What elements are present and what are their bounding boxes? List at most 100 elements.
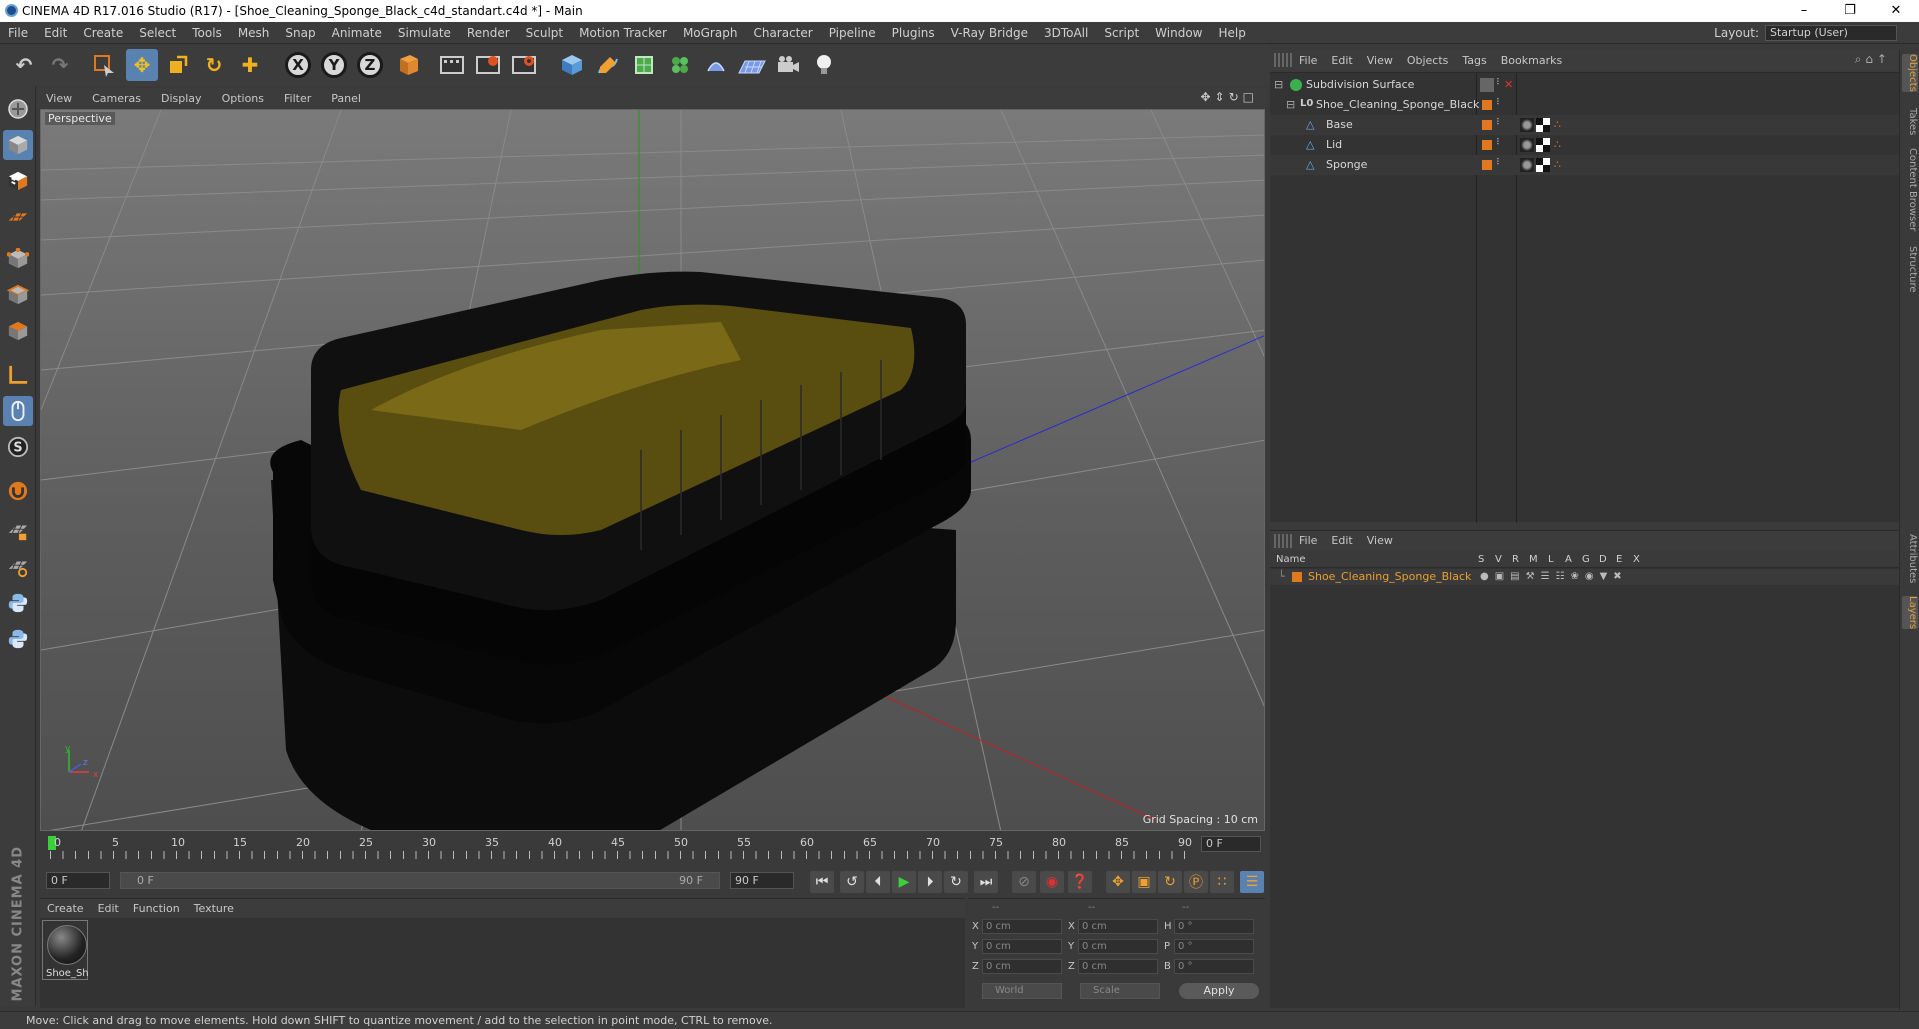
coordinate-system-icon[interactable] [392, 49, 424, 81]
menu-script[interactable]: Script [1096, 26, 1147, 40]
layer-col-solo[interactable]: S [1478, 554, 1484, 565]
layer-color-icon[interactable] [1292, 572, 1302, 582]
close-button[interactable]: ✕ [1873, 0, 1919, 22]
layers-menu-edit[interactable]: Edit [1324, 534, 1359, 547]
timeline-ruler[interactable]: 0 5 10 15 20 25 30 35 40 45 50 55 60 65 … [40, 834, 1265, 868]
menu-vray-bridge[interactable]: V-Ray Bridge [943, 26, 1036, 40]
cloner-icon[interactable] [664, 49, 696, 81]
menu-character[interactable]: Character [745, 26, 820, 40]
render-view-icon[interactable] [436, 49, 468, 81]
pos-y-field[interactable]: 0 cm [982, 939, 1062, 954]
end-frame-field[interactable]: 90 F [730, 872, 794, 889]
coordinate-system-dropdown[interactable]: World [982, 983, 1062, 999]
layer-col-name[interactable]: Name [1276, 554, 1306, 565]
menu-plugins[interactable]: Plugins [884, 26, 943, 40]
play-forward-icon[interactable]: ▶ [892, 871, 916, 893]
pen-spline-icon[interactable] [592, 49, 624, 81]
layer-col-xref[interactable]: X [1633, 554, 1640, 565]
next-key-icon[interactable]: ↻ [944, 871, 968, 893]
redo-icon[interactable]: ↷ [44, 49, 76, 81]
layer-col-view[interactable]: V [1495, 554, 1502, 565]
menu-motion-tracker[interactable]: Motion Tracker [571, 26, 675, 40]
objects-menu-objects[interactable]: Objects [1400, 54, 1456, 67]
light-object-icon[interactable] [808, 49, 840, 81]
model-mode-icon[interactable] [3, 130, 33, 160]
viewport-navigation-icons[interactable]: ✥⇕↻□ [1200, 90, 1258, 104]
menu-file[interactable]: File [0, 26, 36, 40]
menu-render[interactable]: Render [459, 26, 518, 40]
next-frame-icon[interactable]: ⏵ [918, 871, 942, 893]
polygons-mode-icon[interactable] [3, 316, 33, 346]
menu-select[interactable]: Select [131, 26, 184, 40]
object-row-subdivision-surface[interactable]: ⊟ Subdivision Surface ⠇ ✕ [1270, 75, 1899, 95]
solo-mode-icon[interactable]: S [3, 432, 33, 462]
previous-key-icon[interactable]: ↺ [840, 871, 864, 893]
uvw-tag-icon[interactable] [1536, 158, 1550, 172]
minimize-button[interactable]: – [1781, 0, 1827, 22]
material-tag-icon[interactable] [1520, 158, 1534, 172]
material-menu-function[interactable]: Function [126, 902, 187, 915]
transform-tool-icon[interactable]: ✚ [234, 49, 266, 81]
object-row-base[interactable]: △ Base ⠇ ∴ [1270, 115, 1899, 135]
visibility-dots-icon[interactable]: ⠇ [1496, 98, 1503, 108]
selection-tag-icon[interactable]: ∴ [1554, 138, 1561, 151]
visibility-dots-icon[interactable]: ⠇ [1496, 138, 1503, 148]
frame-range-slider[interactable]: 0 F 90 F [120, 872, 720, 889]
current-frame-field[interactable]: 0 F [1201, 836, 1261, 852]
layout-select[interactable]: Startup (User) [1765, 25, 1897, 41]
axis-mode-icon[interactable] [3, 360, 33, 390]
python-console-icon[interactable] [3, 624, 33, 654]
go-to-end-icon[interactable]: ⏭ [974, 871, 998, 893]
layer-visibility-icon[interactable] [1480, 78, 1494, 92]
size-x-field[interactable]: 0 cm [1078, 919, 1158, 934]
tab-objects[interactable]: Objects [1902, 54, 1918, 92]
tab-content-browser[interactable]: Content Browser [1902, 148, 1918, 231]
menu-help[interactable]: Help [1210, 26, 1253, 40]
python-script-icon[interactable] [3, 588, 33, 618]
menu-simulate[interactable]: Simulate [390, 26, 459, 40]
menu-edit[interactable]: Edit [36, 26, 75, 40]
sponge-box-model[interactable] [270, 271, 971, 831]
3d-viewport[interactable]: Perspective y z x Grid Spacing : 10 cm [40, 109, 1265, 831]
go-to-start-icon[interactable]: ⏮ [810, 871, 834, 893]
render-to-picture-viewer-icon[interactable] [472, 49, 504, 81]
rot-p-field[interactable]: 0 ° [1174, 939, 1254, 954]
object-manager-search-icon[interactable]: ⌕⌂↑ [1855, 52, 1891, 67]
z-axis-lock-icon[interactable]: Z [357, 52, 383, 78]
workplane-lock-icon[interactable] [3, 516, 33, 546]
rotate-tool-icon[interactable]: ↻ [198, 49, 230, 81]
menu-snap[interactable]: Snap [277, 26, 323, 40]
pos-x-field[interactable]: 0 cm [982, 919, 1062, 934]
tab-layers[interactable]: Layers [1902, 596, 1918, 630]
objects-menu-edit[interactable]: Edit [1324, 54, 1359, 67]
y-axis-lock-icon[interactable]: Y [321, 52, 347, 78]
rot-h-field[interactable]: 0 ° [1174, 919, 1254, 934]
viewport-menu-cameras[interactable]: Cameras [82, 92, 151, 105]
material-menu-edit[interactable]: Edit [91, 902, 126, 915]
material-menu-create[interactable]: Create [40, 902, 91, 915]
object-row-lid[interactable]: △ Lid ⠇ ∴ [1270, 135, 1899, 155]
layer-col-locked[interactable]: L [1548, 554, 1554, 565]
layers-menu-file[interactable]: File [1292, 534, 1324, 547]
collapse-icon[interactable]: ⊟ [1286, 98, 1295, 111]
tweak-mode-icon[interactable] [3, 396, 33, 426]
key-parameter-icon[interactable]: Ⓟ [1184, 871, 1208, 893]
menu-mograph[interactable]: MoGraph [675, 26, 746, 40]
material-tag-icon[interactable] [1520, 138, 1534, 152]
layer-col-manager[interactable]: M [1529, 554, 1538, 565]
key-rotation-icon[interactable]: ↻ [1158, 871, 1182, 893]
tab-attributes[interactable]: Attributes [1902, 534, 1918, 583]
viewport-menu-panel[interactable]: Panel [321, 92, 371, 105]
rot-b-field[interactable]: 0 ° [1174, 959, 1254, 974]
size-z-field[interactable]: 0 cm [1078, 959, 1158, 974]
floor-object-icon[interactable] [736, 49, 768, 81]
magnet-snap-icon[interactable] [3, 476, 33, 506]
workplane-rotate-icon[interactable] [3, 552, 33, 582]
previous-frame-icon[interactable]: ⏴ [866, 871, 890, 893]
visibility-dots-icon[interactable]: ⠇ [1496, 158, 1503, 168]
selection-tag-icon[interactable]: ∴ [1554, 118, 1561, 131]
layer-row[interactable]: └ Shoe_Cleaning_Sponge_Black ●▣▤⚒☰☷❀◉▼✖ [1270, 569, 1899, 585]
layer-col-deformers[interactable]: D [1599, 554, 1607, 565]
layer-col-render[interactable]: R [1512, 554, 1519, 565]
enable-off-icon[interactable]: ✕ [1504, 78, 1513, 91]
